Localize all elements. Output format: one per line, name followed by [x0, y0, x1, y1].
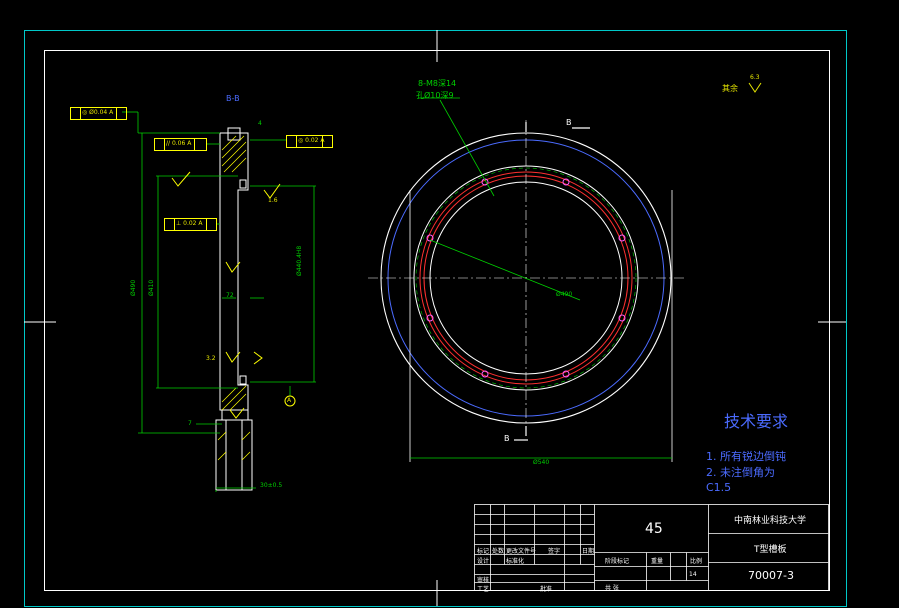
tech-line2: 2. 未注倒角为 [706, 466, 775, 479]
dim-pitch: Ø490 [556, 291, 573, 298]
stage-label: 阶段标记 [605, 558, 630, 565]
view-label-bottom: B [504, 434, 510, 443]
row-approve: 批准 [540, 586, 553, 593]
centering-marks [24, 30, 846, 606]
weight-label: 重量 [651, 558, 664, 565]
tolerance-frame-4: ⊥ 0.02 A [176, 220, 203, 227]
view-label-top: B [566, 118, 572, 127]
outer-border [24, 30, 847, 607]
dim-depth: 7 [188, 420, 192, 427]
material: 45 [645, 521, 663, 537]
roughness-other-value: 6.3 [750, 74, 760, 81]
roughness-side-value: 3.2 [206, 355, 216, 362]
section-view [70, 107, 333, 492]
roughness-local-value: 1.6 [268, 197, 278, 204]
rev-date: 日期 [582, 548, 595, 555]
row-check: 审核 [477, 577, 490, 584]
section-dimension-lines [122, 111, 316, 492]
bolt-callout-line1: 8-M8深14 [418, 79, 457, 88]
tolerance-frame-2: // 0.06 A [166, 140, 192, 147]
tech-heading: 技术要求 [724, 412, 789, 431]
tech-line1: 1. 所有锐边倒钝 [706, 450, 786, 463]
datum-letter: A [287, 397, 292, 404]
rev-count: 处数 [492, 548, 505, 555]
dim-ring-left: Ø410 [148, 279, 155, 296]
roughness-other-icon [748, 82, 762, 93]
bolt-callout-line2: 孔Ø10深9 [416, 91, 454, 100]
sheet-label: 共 张 [605, 585, 619, 592]
dim-height: 72 [226, 292, 234, 299]
row-process: 工艺 [477, 586, 490, 593]
dim-bore: Ø440.4H8 [296, 245, 303, 276]
tolerance-frame-1: ◎ Ø0.04 A [82, 109, 114, 116]
scale-label: 比例 [690, 558, 703, 565]
rev-sign: 签字 [548, 548, 561, 555]
dim-width: 30±0.5 [260, 482, 283, 489]
tech-line3: C1.5 [706, 481, 732, 494]
dim-outer: Ø540 [533, 459, 550, 466]
roughness-other-label: 其余 [722, 84, 738, 93]
tolerance-frames [70, 107, 333, 231]
rev-zone: 更改文件号 [506, 548, 537, 555]
rev-mark: 标记 [477, 548, 490, 555]
part-name: T型槽板 [754, 545, 787, 555]
tolerance-frame-3: ◎ 0.02 A [298, 137, 325, 144]
section-label: B-B [226, 94, 240, 103]
sheet-number: 14 [689, 571, 697, 578]
row-std: 标准化 [506, 558, 525, 565]
plan-view [368, 97, 684, 462]
inner-frame [44, 50, 830, 591]
dim-outer-left: Ø490 [130, 279, 137, 296]
dim-small: 4 [258, 120, 262, 127]
school-name: 中南林业科技大学 [734, 516, 807, 526]
row-design: 设计 [477, 558, 490, 565]
drawing-number: 70007-3 [748, 569, 794, 582]
